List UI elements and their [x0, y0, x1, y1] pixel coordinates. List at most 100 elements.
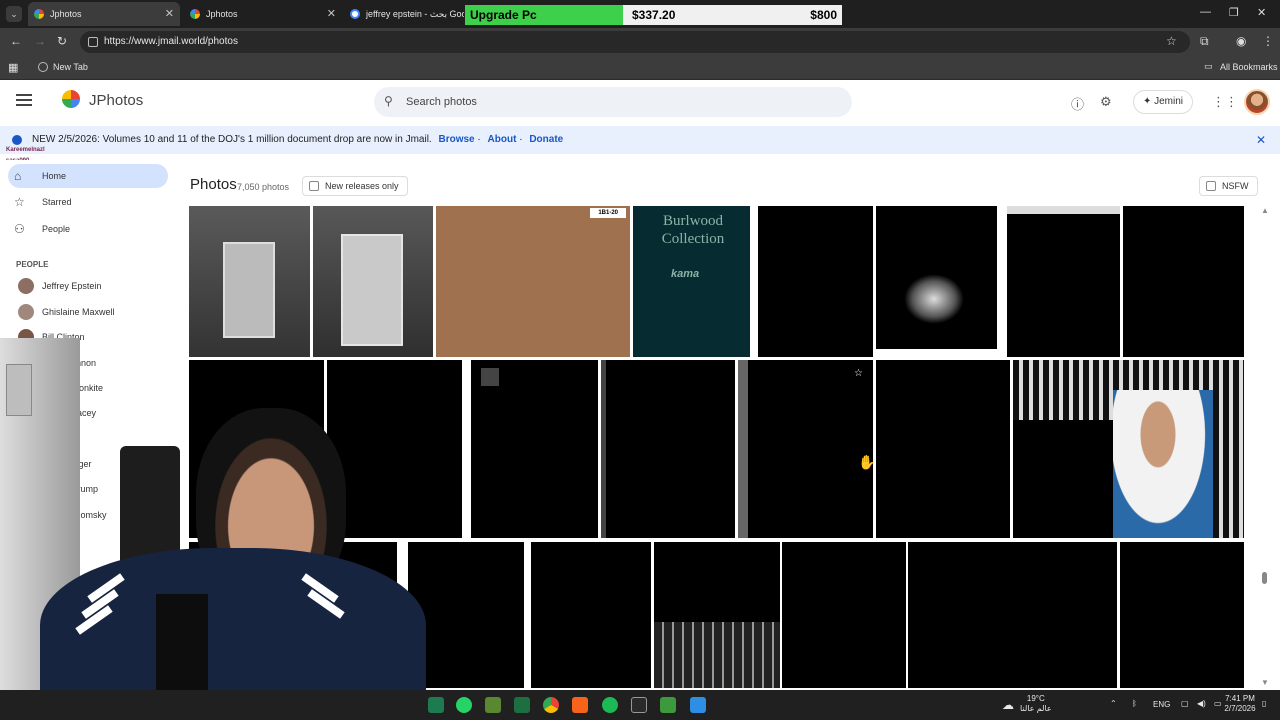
search-input[interactable] — [406, 93, 826, 111]
nsfw-label: NSFW — [1222, 181, 1249, 191]
close-banner-icon[interactable]: ✕ — [1256, 126, 1266, 154]
scroll-down-arrow-icon[interactable]: ▼ — [1261, 678, 1269, 687]
minecraft-icon[interactable] — [485, 697, 501, 713]
sidebar-item-people[interactable]: ⚇ People — [8, 217, 168, 241]
language-indicator[interactable]: ENG — [1153, 700, 1170, 710]
back-arrow-icon[interactable]: ← — [10, 34, 22, 48]
person-item[interactable]: Ghislaine Maxwell — [18, 302, 115, 322]
photo-detail — [481, 368, 499, 386]
photo-tile[interactable] — [1007, 206, 1120, 357]
close-tab-icon[interactable]: ✕ — [327, 2, 336, 26]
tab-jphotos-active[interactable]: Jphotos ✕ — [28, 2, 180, 26]
notifications-icon[interactable]: ▯ — [1262, 699, 1266, 709]
checkbox-icon[interactable] — [309, 181, 319, 191]
chevron-up-icon[interactable]: ⌃ — [1110, 699, 1117, 709]
photo-tile[interactable] — [876, 206, 997, 349]
bluetooth-icon[interactable]: ᛒ — [1132, 699, 1137, 709]
google-favicon-icon — [350, 9, 360, 19]
browser-tabstrip: ⌄ Jphotos ✕ Jphotos ✕ jeffrey epstein - … — [0, 0, 1280, 28]
clock-date: 2/7/2026 — [1224, 704, 1256, 713]
all-bookmarks[interactable]: All Bookmarks — [1220, 62, 1278, 72]
nsfw-filter[interactable]: NSFW — [1199, 176, 1258, 196]
banner-browse-link[interactable]: Browse — [439, 134, 475, 145]
network-icon[interactable]: ▢ — [1181, 699, 1189, 709]
apps-grid-icon[interactable]: ⋮⋮ — [1212, 94, 1238, 110]
profile-icon[interactable]: ◉ — [1236, 34, 1246, 48]
extensions-icon[interactable]: ⧉ — [1200, 34, 1209, 49]
user-avatar[interactable] — [1244, 89, 1270, 115]
photo-tile[interactable] — [654, 542, 780, 688]
close-tab-icon[interactable]: ✕ — [165, 2, 174, 26]
taskbar-app-icon[interactable] — [572, 697, 588, 713]
apps-grid-icon[interactable]: ▦ — [8, 61, 18, 74]
product-package-image — [341, 234, 403, 346]
main-menu-icon[interactable] — [16, 94, 32, 106]
close-window-icon[interactable]: ✕ — [1257, 6, 1266, 19]
announcement-banner: NEW 2/5/2026: Volumes 10 and 11 of the D… — [0, 126, 1280, 154]
donation-current-amount: $337.20 — [632, 8, 676, 22]
restore-icon[interactable]: ❐ — [1229, 6, 1239, 19]
taskbar-app-icon[interactable] — [660, 697, 676, 713]
whatsapp-icon[interactable] — [456, 697, 472, 713]
photo-tile[interactable] — [531, 542, 651, 688]
photo-tile[interactable]: 1B1-20 — [436, 206, 630, 357]
sidebar-item-starred[interactable]: ☆ Starred — [8, 190, 168, 214]
tab-search-button[interactable]: ⌄ — [6, 6, 22, 22]
person-item[interactable]: Jeffrey Epstein — [18, 276, 101, 296]
address-bar[interactable]: https://www.jmail.world/photos — [80, 31, 1190, 53]
banner-about-link[interactable]: About — [488, 134, 517, 145]
excel-icon[interactable] — [514, 697, 530, 713]
photo-tile[interactable] — [782, 542, 906, 688]
banner-donate-link[interactable]: Donate — [529, 134, 563, 145]
forward-arrow-icon[interactable]: → — [34, 34, 46, 48]
sidebar-item-home[interactable]: ⌂ Home — [8, 164, 168, 188]
scroll-up-arrow-icon[interactable]: ▲ — [1261, 206, 1269, 215]
taskbar-app-icon[interactable] — [690, 697, 706, 713]
tab-label: jeffrey epstein - بحث Google — [366, 9, 464, 19]
bookmark-star-icon[interactable]: ☆ — [1166, 34, 1177, 48]
browser-menu-icon[interactable]: ⋮ — [1262, 34, 1274, 48]
epic-games-icon[interactable] — [631, 697, 647, 713]
clock[interactable]: 7:41 PM 2/7/2026 — [1220, 694, 1260, 714]
scrollbar-thumb[interactable] — [1262, 572, 1267, 584]
photo-tile[interactable] — [189, 206, 310, 357]
photo-detail — [654, 622, 780, 688]
weather-widget[interactable]: 19°C عالم عالنا — [1020, 694, 1052, 714]
url-text[interactable]: https://www.jmail.world/photos — [104, 31, 238, 53]
new-releases-filter[interactable]: New releases only — [302, 176, 408, 196]
photo-count: 7,050 photos — [237, 182, 290, 192]
volume-icon[interactable]: ◀) — [1197, 699, 1206, 709]
reload-icon[interactable]: ↻ — [57, 34, 67, 48]
chrome-icon[interactable] — [543, 697, 559, 713]
star-favorite-icon[interactable]: ☆ — [854, 368, 863, 379]
minimize-icon[interactable]: — — [1200, 6, 1211, 18]
bookmark-new-tab[interactable]: New Tab — [53, 62, 88, 72]
photo-tile[interactable] — [313, 206, 433, 357]
photo-tile[interactable] — [908, 542, 1117, 688]
filter-label: New releases only — [325, 181, 399, 191]
photo-tile[interactable] — [1013, 360, 1244, 538]
home-icon: ⌂ — [14, 169, 22, 183]
settings-gear-icon[interactable]: ⚙ — [1100, 94, 1112, 110]
tab-google-search[interactable]: jeffrey epstein - بحث Google — [344, 2, 464, 26]
photo-tile[interactable] — [601, 360, 735, 538]
checkbox-icon[interactable] — [1206, 181, 1216, 191]
site-info-icon[interactable] — [88, 37, 98, 47]
spotify-icon[interactable] — [602, 697, 618, 713]
photo-tile[interactable] — [876, 360, 1010, 538]
photo-tile[interactable]: ☆ ✋ — [738, 360, 873, 538]
taskbar-app-icon[interactable] — [428, 697, 444, 713]
photo-tile[interactable] — [1123, 206, 1244, 357]
photo-tile[interactable] — [1120, 542, 1244, 688]
jphotos-favicon-icon — [34, 9, 44, 19]
photo-tile[interactable] — [471, 360, 598, 538]
person-name: Jeffrey Epstein — [42, 281, 102, 291]
photo-search-bar[interactable]: ⚲ — [374, 87, 852, 117]
photo-tile[interactable] — [758, 206, 873, 357]
photo-tile[interactable]: Burlwood Collection kama — [633, 206, 750, 357]
help-icon[interactable]: ⓘ — [1071, 94, 1084, 113]
weather-subtext: عالم عالنا — [1020, 704, 1052, 713]
tab-jphotos[interactable]: Jphotos ✕ — [184, 2, 342, 26]
jemini-button[interactable]: ✦ Jemini — [1133, 90, 1193, 114]
bookmarks-bar: ▦ New Tab ▭ All Bookmarks — [0, 56, 1280, 80]
